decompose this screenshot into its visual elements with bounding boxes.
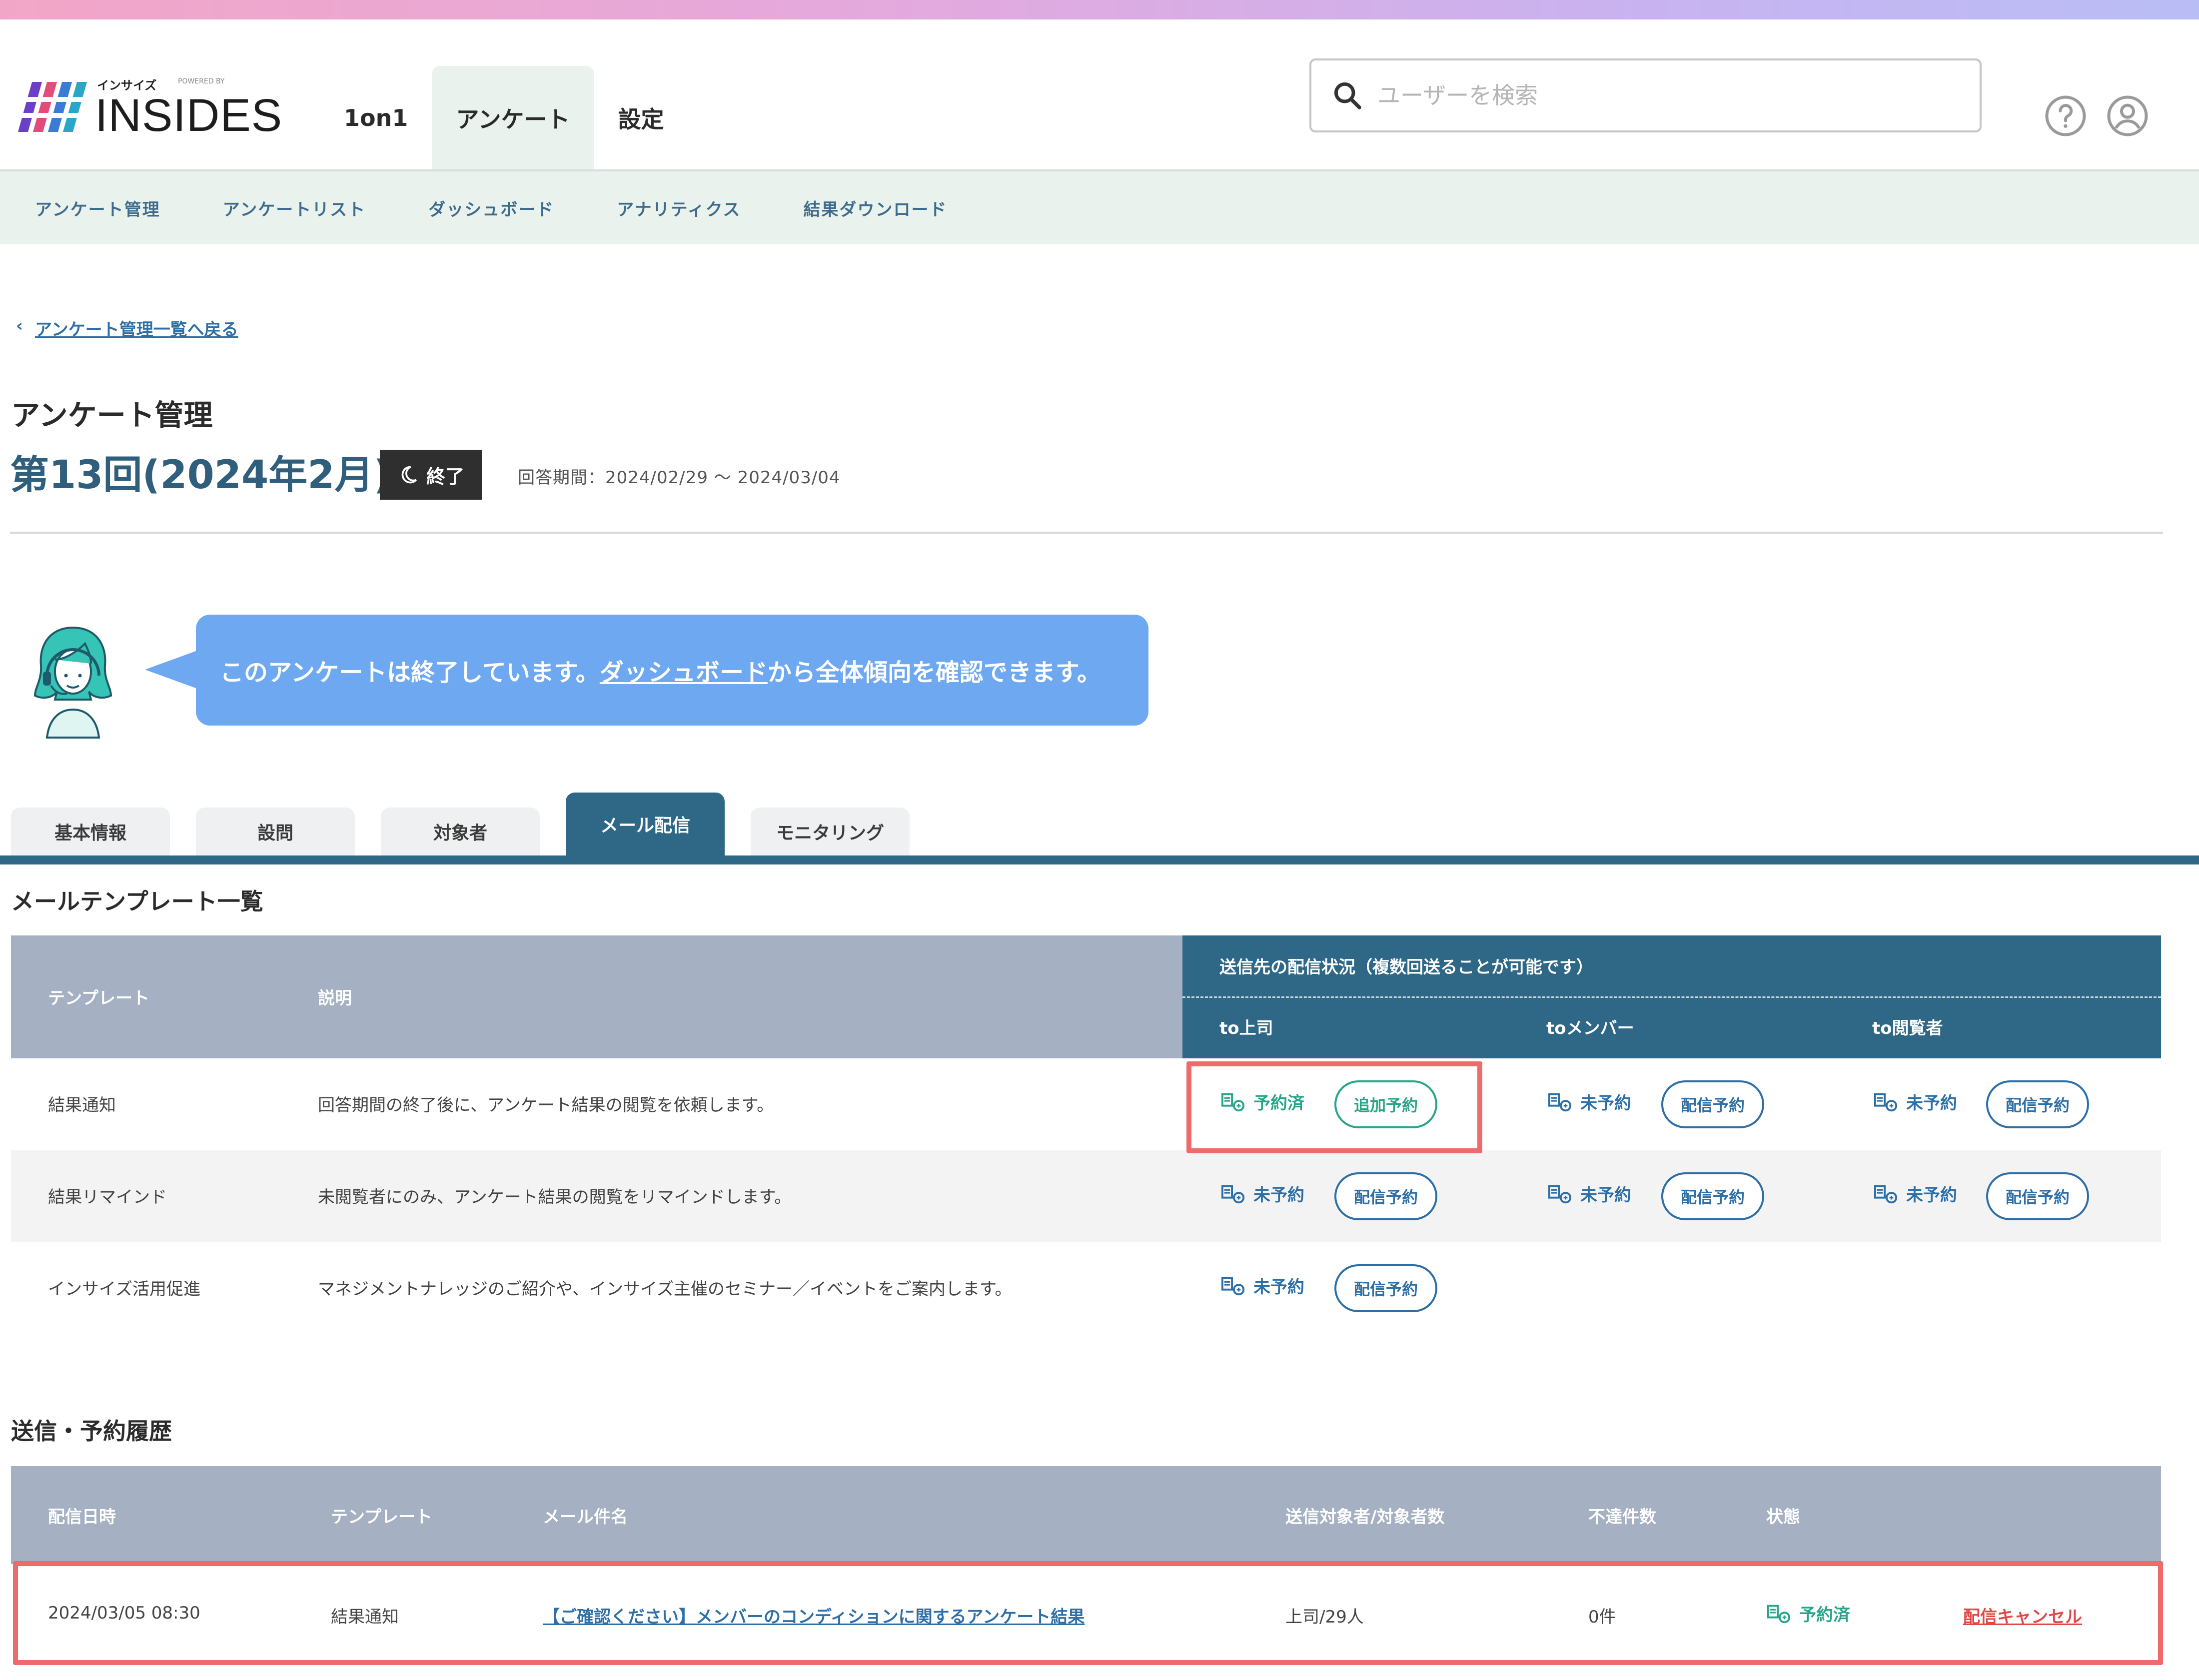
templates-status-header: 送信先の配信状況（複数回送ることが可能です） to上司 toメンバー to閲覧者 [1182, 935, 2161, 1058]
template-description: 回答期間の終了後に、アンケート結果の閲覧を依頼します。 [318, 1095, 774, 1115]
history-table-header: 配信日時 テンプレート メール件名 送信対象者/対象者数 不達件数 状態 [11, 1466, 2161, 1564]
status-badge-label: 終了 [426, 465, 464, 488]
moon-icon [401, 466, 417, 484]
divider [10, 532, 2163, 534]
survey-title: 第13回(2024年2月) [10, 453, 392, 498]
tab-basic-info[interactable]: 基本情報 [11, 808, 170, 855]
notice-suffix: から全体傾向を確認できます。 [767, 659, 1101, 687]
mail-send-icon [1548, 1185, 1572, 1203]
th-state: 状態 [1766, 1507, 1800, 1527]
th-template: テンプレート [48, 988, 149, 1008]
top-gradient-bar [0, 0, 2199, 19]
th-subject: メール件名 [543, 1507, 628, 1527]
speech-bubble-tail [145, 650, 200, 690]
boss-state: 未予約 [1220, 1181, 1304, 1206]
nav-settings[interactable]: 設定 [594, 66, 688, 169]
subnav-dashboard[interactable]: ダッシュボード [428, 196, 554, 220]
highlight-box [13, 1561, 2163, 1665]
subnav-result-download[interactable]: 結果ダウンロード [804, 196, 948, 220]
search-input[interactable] [1377, 82, 1927, 109]
templates-table-header: テンプレート 説明 [11, 935, 1182, 1058]
nav-1on1[interactable]: 1on1 [320, 66, 432, 169]
search-box[interactable] [1309, 58, 1982, 132]
logo-powered-text: POWERED BY [178, 77, 225, 85]
viewer-state-label: 未予約 [1906, 1185, 1957, 1205]
main-nav: 1on1 アンケート 設定 [320, 66, 688, 169]
th-to-member: toメンバー [1546, 1018, 1634, 1038]
template-description: マネジメントナレッジのご紹介や、インサイズ主催のセミナー／イベントをご案内します… [318, 1279, 1012, 1299]
template-name: インサイズ活用促進 [48, 1279, 200, 1299]
tab-bar: 基本情報 設問 対象者 メール配信 モニタリング [11, 792, 936, 855]
member-state: 未予約 [1547, 1089, 1631, 1114]
member-state-label: 未予約 [1580, 1093, 1631, 1113]
nav-survey[interactable]: アンケート [432, 66, 594, 169]
th-template: テンプレート [331, 1507, 432, 1527]
boss-state-label: 未予約 [1253, 1185, 1304, 1205]
assistant-avatar [33, 626, 112, 739]
member-state-label: 未予約 [1580, 1185, 1631, 1205]
highlight-box [1186, 1061, 1482, 1153]
viewer-state: 未予約 [1873, 1089, 1957, 1114]
th-undelivered: 不達件数 [1588, 1507, 1656, 1527]
mail-send-icon [1548, 1093, 1572, 1111]
schedule-delivery-button[interactable]: 配信予約 [1334, 1264, 1437, 1312]
subnav-survey-management[interactable]: アンケート管理 [35, 196, 160, 220]
schedule-delivery-button[interactable]: 配信予約 [1661, 1172, 1764, 1220]
schedule-delivery-button[interactable]: 配信予約 [1661, 1080, 1764, 1128]
boss-state-label: 未予約 [1253, 1277, 1304, 1297]
back-link[interactable]: アンケート管理一覧へ戻る [35, 316, 238, 340]
template-description: 未閲覧者にのみ、アンケート結果の閲覧をリマインドします。 [318, 1187, 792, 1207]
subnav-survey-list[interactable]: アンケートリスト [223, 196, 366, 220]
schedule-delivery-button[interactable]: 配信予約 [1986, 1172, 2089, 1220]
tab-targets[interactable]: 対象者 [381, 808, 540, 855]
th-targets: 送信対象者/対象者数 [1285, 1507, 1445, 1527]
template-name: 結果通知 [48, 1095, 116, 1115]
th-datetime: 配信日時 [48, 1507, 116, 1527]
logo-mark-icon [18, 82, 88, 132]
mail-send-icon [1874, 1185, 1898, 1203]
header: インサイズ POWERED BY INSIDES 1on1 アンケート 設定 [0, 19, 2199, 169]
tabs-underline [0, 855, 2199, 864]
tab-monitoring[interactable]: モニタリング [751, 808, 910, 855]
viewer-state-label: 未予約 [1906, 1093, 1957, 1113]
template-name: 結果リマインド [48, 1187, 167, 1207]
tab-questions[interactable]: 設問 [196, 808, 355, 855]
mail-send-icon [1221, 1185, 1245, 1203]
logo[interactable]: インサイズ POWERED BY INSIDES [18, 59, 282, 141]
mail-send-icon [1221, 1277, 1245, 1295]
table-row: 結果通知 回答期間の終了後に、アンケート結果の閲覧を依頼します。 予約済 追加予… [11, 1058, 2161, 1150]
status-badge: 終了 [380, 450, 482, 500]
table-row: インサイズ活用促進 マネジメントナレッジのご紹介や、インサイズ主催のセミナー／イ… [11, 1242, 2161, 1334]
th-status-group: 送信先の配信状況（複数回送ることが可能です） [1219, 957, 1593, 977]
logo-main-text: INSIDES [95, 90, 283, 141]
answer-period: 回答期間：2024/02/29 ～ 2024/03/04 [518, 468, 841, 488]
table-row: 結果リマインド 未閲覧者にのみ、アンケート結果の閲覧をリマインドします。 未予約… [11, 1150, 2161, 1242]
mail-send-icon [1874, 1093, 1898, 1111]
th-to-viewer: to閲覧者 [1872, 1018, 1943, 1038]
sub-nav: アンケート管理 アンケートリスト ダッシュボード アナリティクス 結果ダウンロー… [0, 169, 2199, 244]
header-dashed-divider [1182, 996, 2161, 998]
history-section-title: 送信・予約履歴 [11, 1418, 172, 1445]
user-icon[interactable] [2105, 93, 2150, 138]
notice-dashboard-link[interactable]: ダッシュボード [600, 653, 768, 688]
chevron-left-icon: ‹ [16, 316, 23, 336]
search-icon [1334, 82, 1361, 109]
schedule-delivery-button[interactable]: 配信予約 [1986, 1080, 2089, 1128]
templates-section-title: メールテンプレート一覧 [11, 888, 263, 915]
help-icon[interactable] [2043, 93, 2088, 138]
page-title: アンケート管理 [11, 398, 213, 432]
th-description: 説明 [318, 988, 352, 1008]
viewer-state: 未予約 [1873, 1181, 1957, 1206]
notice-prefix: このアンケートは終了しています。 [220, 659, 600, 687]
th-to-boss: to上司 [1219, 1018, 1273, 1038]
boss-state: 未予約 [1220, 1273, 1304, 1298]
member-state: 未予約 [1547, 1181, 1631, 1206]
notice-bubble: このアンケートは終了しています。 ダッシュボード から全体傾向を確認できます。 [196, 615, 1148, 726]
subnav-analytics[interactable]: アナリティクス [617, 196, 741, 220]
tab-mail-delivery[interactable]: メール配信 [566, 793, 725, 855]
schedule-delivery-button[interactable]: 配信予約 [1334, 1172, 1437, 1220]
